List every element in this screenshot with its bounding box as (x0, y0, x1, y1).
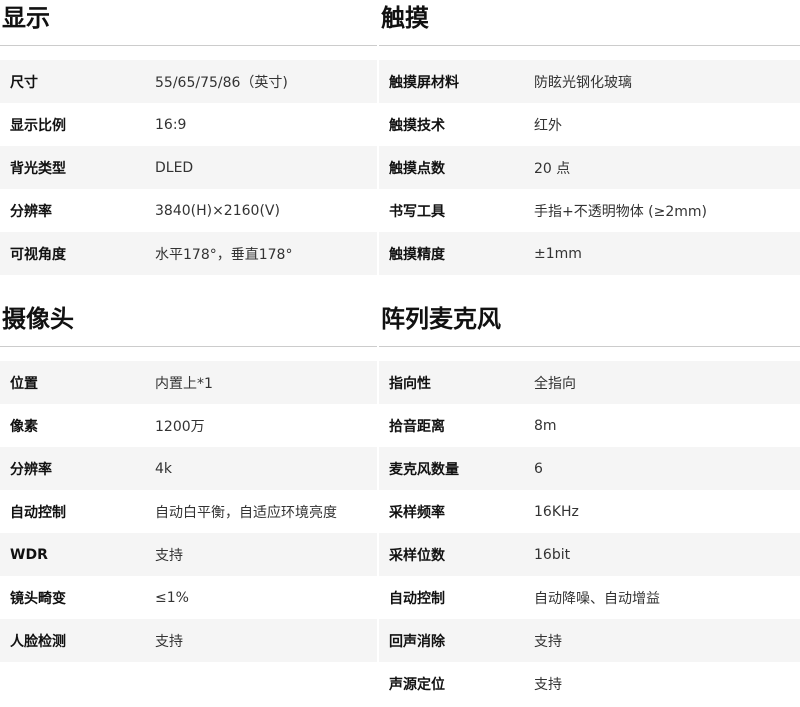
spec-row: 位置 内置上*1 (0, 361, 377, 404)
spec-value: 16bit (534, 546, 571, 563)
spec-value: 支持 (155, 547, 183, 564)
spec-value: 内置上*1 (155, 375, 213, 392)
spec-value: 自动白平衡，自适应环境亮度 (155, 504, 337, 521)
spec-key: 拾音距离 (389, 418, 445, 435)
spec-value: 防眩光钢化玻璃 (534, 74, 632, 91)
spec-key: 麦克风数量 (389, 461, 459, 478)
section-title-display: 显示 (0, 0, 377, 46)
spec-row: 可视角度 水平178°，垂直178° (0, 232, 377, 275)
spec-value: 支持 (534, 676, 562, 693)
spec-value: 自动降噪、自动增益 (534, 590, 660, 607)
spec-key: 自动控制 (389, 590, 445, 607)
spec-value: 8m (534, 417, 557, 434)
spec-value: 55/65/75/86（英寸) (155, 74, 288, 91)
spec-row: 拾音距离 8m (379, 404, 800, 447)
display-section: 显示 尺寸 55/65/75/86（英寸) 显示比例 16:9 背光类型 DLE… (0, 0, 377, 275)
spec-row: 触摸屏材料 防眩光钢化玻璃 (379, 60, 800, 103)
spec-key: 显示比例 (10, 117, 66, 134)
spec-row: 书写工具 手指+不透明物体 (≥2mm) (379, 189, 800, 232)
section-title-touch: 触摸 (379, 0, 800, 46)
spec-row: 触摸点数 20 点 (379, 146, 800, 189)
spec-key: 指向性 (389, 375, 431, 392)
spec-value: 6 (534, 460, 543, 477)
spec-key: 触摸精度 (389, 246, 445, 263)
spec-value: 支持 (534, 633, 562, 650)
spec-key: 人脸检测 (10, 633, 66, 650)
mic-array-spec-table: 指向性 全指向 拾音距离 8m 麦克风数量 6 采样频率 16KHz 采样位数 … (379, 361, 800, 705)
spec-row: 像素 1200万 (0, 404, 377, 447)
spec-key: 声源定位 (389, 676, 445, 693)
spec-value: 3840(H)×2160(V) (155, 202, 280, 219)
spec-row: 人脸检测 支持 (0, 619, 377, 662)
section-title-camera: 摄像头 (0, 301, 377, 347)
spec-value: 4k (155, 460, 173, 477)
spec-value: 1200万 (155, 418, 205, 435)
spec-row: 自动控制 自动降噪、自动增益 (379, 576, 800, 619)
spec-row: 采样频率 16KHz (379, 490, 800, 533)
spec-key: 回声消除 (389, 633, 445, 650)
spec-value: 红外 (534, 117, 562, 134)
camera-spec-table: 位置 内置上*1 像素 1200万 分辨率 4k 自动控制 自动白平衡，自适应环… (0, 361, 377, 662)
spec-key: 可视角度 (10, 246, 66, 263)
spec-row: WDR 支持 (0, 533, 377, 576)
spec-row: 自动控制 自动白平衡，自适应环境亮度 (0, 490, 377, 533)
spec-value: 16:9 (155, 116, 187, 133)
spec-value: ≤1% (155, 589, 189, 606)
spec-row: 尺寸 55/65/75/86（英寸) (0, 60, 377, 103)
spec-row: 声源定位 支持 (379, 662, 800, 705)
spec-row: 分辨率 4k (0, 447, 377, 490)
spec-value: 全指向 (534, 375, 576, 392)
section-title-mic-array: 阵列麦克风 (379, 301, 800, 347)
spec-key: 尺寸 (10, 74, 38, 91)
spec-row: 显示比例 16:9 (0, 103, 377, 146)
spec-row: 背光类型 DLED (0, 146, 377, 189)
spec-key: WDR (10, 546, 48, 563)
touch-spec-table: 触摸屏材料 防眩光钢化玻璃 触摸技术 红外 触摸点数 20 点 书写工具 手指+… (379, 60, 800, 275)
spec-value: 16KHz (534, 503, 579, 520)
spec-row: 回声消除 支持 (379, 619, 800, 662)
spec-key: 触摸屏材料 (389, 74, 459, 91)
spec-key: 触摸点数 (389, 160, 445, 177)
spec-key: 书写工具 (389, 203, 445, 220)
spec-row: 分辨率 3840(H)×2160(V) (0, 189, 377, 232)
spec-value: 手指+不透明物体 (≥2mm) (534, 203, 708, 220)
spec-row: 触摸精度 ±1mm (379, 232, 800, 275)
spec-key: 分辨率 (10, 203, 52, 220)
spec-value: DLED (155, 159, 194, 176)
spec-row: 镜头畸变 ≤1% (0, 576, 377, 619)
spec-key: 像素 (10, 418, 38, 435)
spec-row: 触摸技术 红外 (379, 103, 800, 146)
camera-section: 摄像头 位置 内置上*1 像素 1200万 分辨率 4k 自动控制 自动白平衡，… (0, 301, 377, 662)
spec-key: 镜头畸变 (10, 590, 66, 607)
spec-key: 自动控制 (10, 504, 66, 521)
spec-key: 采样位数 (389, 547, 445, 564)
spec-key: 采样频率 (389, 504, 445, 521)
spec-value: 20 点 (534, 160, 571, 177)
spec-key: 分辨率 (10, 461, 52, 478)
spec-value: ±1mm (534, 245, 582, 262)
spec-key: 位置 (10, 375, 38, 392)
spec-row: 采样位数 16bit (379, 533, 800, 576)
spec-page: 显示 尺寸 55/65/75/86（英寸) 显示比例 16:9 背光类型 DLE… (0, 0, 800, 707)
display-spec-table: 尺寸 55/65/75/86（英寸) 显示比例 16:9 背光类型 DLED 分… (0, 60, 377, 275)
spec-row: 麦克风数量 6 (379, 447, 800, 490)
spec-value: 水平178°，垂直178° (155, 246, 293, 263)
spec-row: 指向性 全指向 (379, 361, 800, 404)
spec-key: 背光类型 (10, 160, 66, 177)
spec-key: 触摸技术 (389, 117, 445, 134)
mic-array-section: 阵列麦克风 指向性 全指向 拾音距离 8m 麦克风数量 6 采样频率 16KHz… (379, 301, 800, 705)
spec-value: 支持 (155, 633, 183, 650)
touch-section: 触摸 触摸屏材料 防眩光钢化玻璃 触摸技术 红外 触摸点数 20 点 书写工具 … (379, 0, 800, 275)
